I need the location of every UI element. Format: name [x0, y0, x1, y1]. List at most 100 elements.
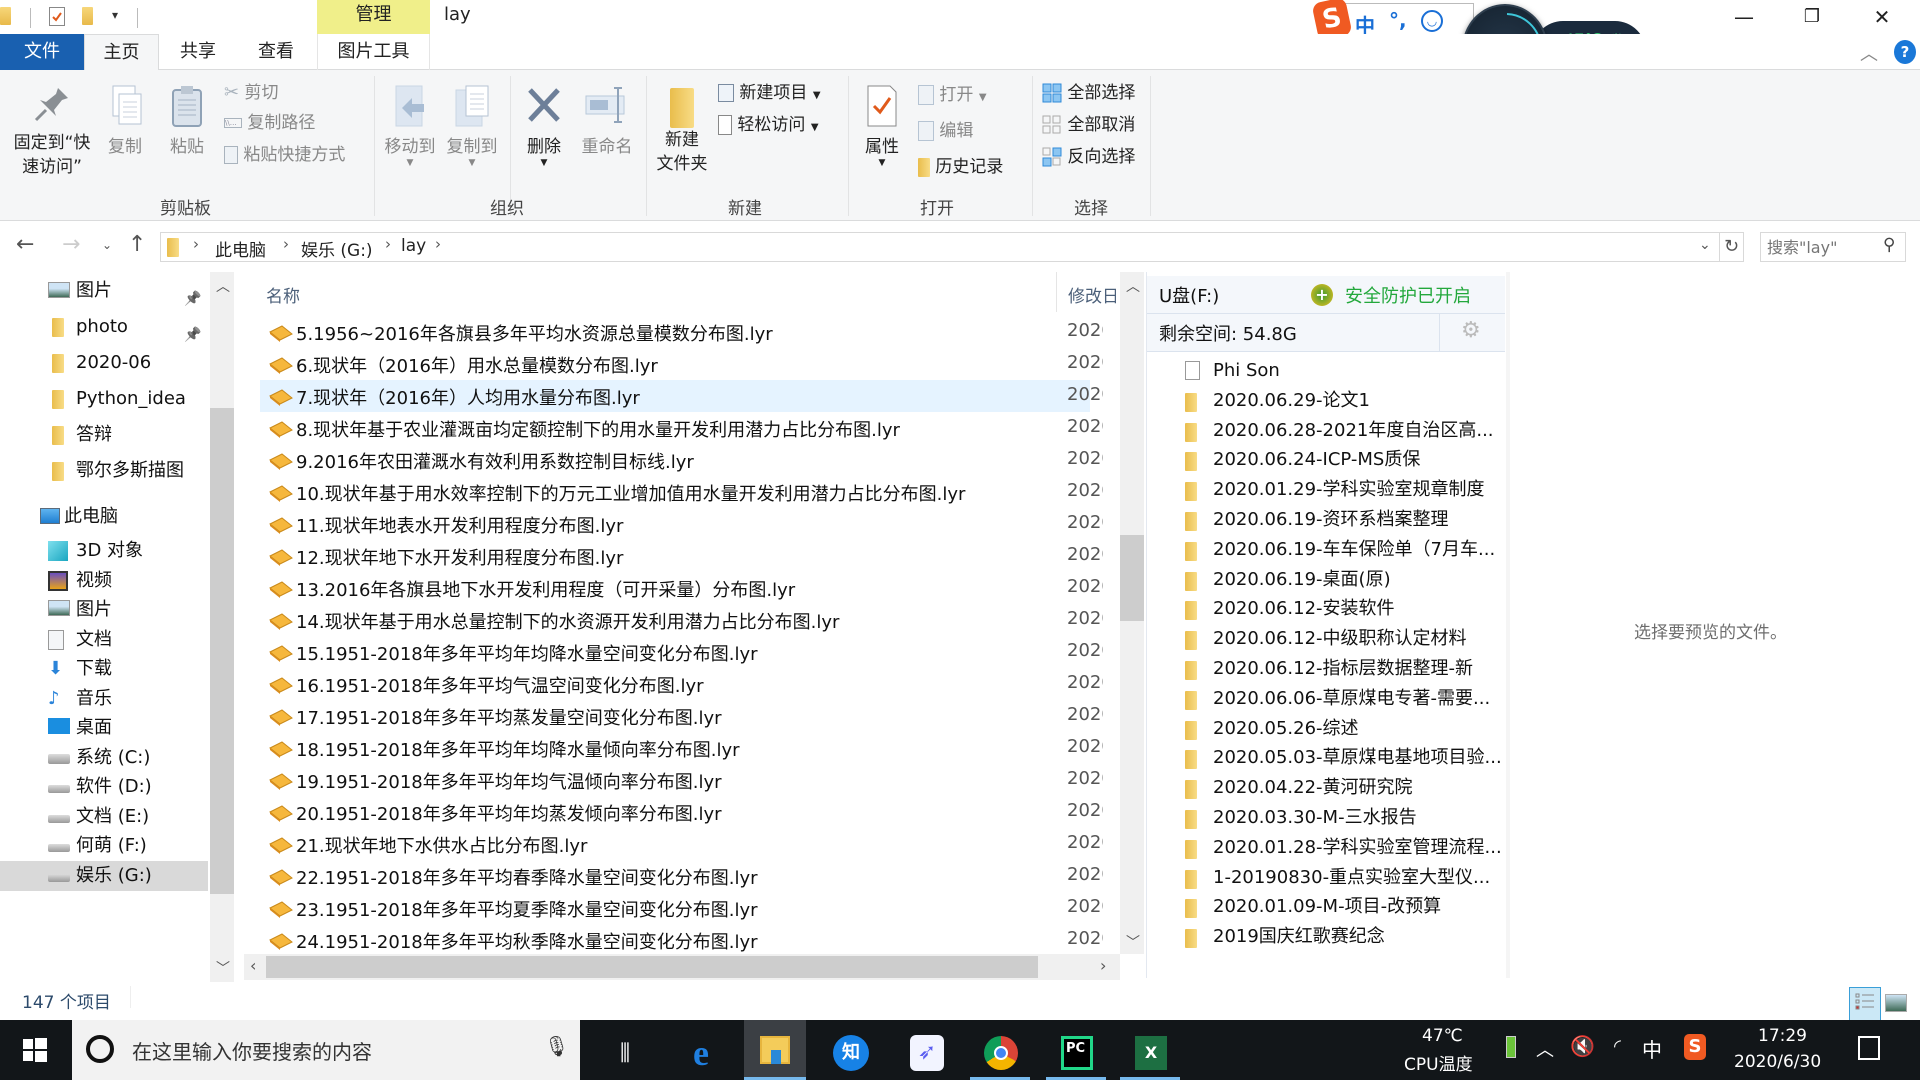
file-row[interactable]: 16.1951-2018年多年平均气温空间变化分布图.lyr 2020/: [260, 668, 1103, 700]
nav-pc-item[interactable]: 娱乐 (G:): [0, 860, 208, 891]
usb-device-icon[interactable]: [1506, 1036, 1516, 1058]
column-divider[interactable]: [1056, 272, 1057, 312]
file-list-scrollbar[interactable]: ︿ ﹀: [1120, 272, 1144, 954]
address-bar[interactable]: › 此电脑 › 娱乐 (G:) › lay › ⌄: [160, 232, 1720, 262]
customize-quick-access-icon[interactable]: ▾: [112, 8, 118, 22]
select-none-button[interactable]: 全部取消: [1042, 112, 1135, 138]
search-input[interactable]: [1767, 236, 1875, 258]
file-list-hscroll-thumb[interactable]: [266, 956, 1038, 978]
emoji-icon[interactable]: ◡: [1421, 10, 1443, 32]
tab-share[interactable]: 共享: [164, 34, 232, 70]
scroll-right-icon[interactable]: ›: [1100, 956, 1106, 975]
rename-button[interactable]: 重命名: [576, 84, 638, 159]
copy-to-button[interactable]: 复制到 ▼: [442, 84, 502, 168]
zhihu-button[interactable]: 知: [820, 1026, 882, 1080]
new-item-button[interactable]: 新建项目 ▼: [718, 80, 821, 106]
file-list-hscrollbar[interactable]: ‹ ›: [244, 954, 1120, 980]
file-row[interactable]: 22.1951-2018年多年平均春季降水量空间变化分布图.lyr 2020/: [260, 860, 1103, 892]
minimize-button[interactable]: —: [1714, 0, 1774, 34]
microphone-icon[interactable]: 🎙: [544, 1034, 569, 1058]
open-button[interactable]: 打开 ▼: [918, 82, 987, 108]
back-button[interactable]: ←: [16, 232, 34, 257]
scroll-left-icon[interactable]: ‹: [250, 956, 256, 975]
up-button[interactable]: ↑: [128, 232, 146, 257]
file-row[interactable]: 23.1951-2018年多年平均夏季降水量空间变化分布图.lyr 2020/: [260, 892, 1103, 924]
nav-pc-item[interactable]: 文档: [0, 625, 208, 655]
edge-button[interactable]: e: [670, 1026, 732, 1080]
maximize-button[interactable]: ❐: [1782, 0, 1842, 34]
nav-pc-item[interactable]: ♪ 音乐: [0, 684, 208, 714]
copy-button[interactable]: 复制: [100, 84, 150, 159]
tab-picture-tools[interactable]: 图片工具: [317, 34, 430, 70]
scroll-up-icon[interactable]: ︿: [216, 276, 230, 296]
nav-pane-scrollbar[interactable]: ︿ ﹀: [210, 272, 234, 982]
tab-view[interactable]: 查看: [240, 34, 312, 70]
file-row[interactable]: 8.现状年基于农业灌溉亩均定额控制下的用水量开发利用潜力占比分布图.lyr 202…: [260, 412, 1103, 444]
edit-button[interactable]: 编辑: [918, 118, 973, 144]
nav-pc-item[interactable]: ⬇ 下载: [0, 654, 208, 684]
breadcrumb-drive-g[interactable]: 娱乐 (G:): [301, 236, 373, 261]
file-row[interactable]: 24.1951-2018年多年平均秋季降水量空间变化分布图.lyr 2020/: [260, 924, 1103, 956]
column-header-name[interactable]: 名称: [266, 282, 300, 307]
file-row[interactable]: 17.1951-2018年多年平均蒸发量空间变化分布图.lyr 2020/: [260, 700, 1103, 732]
file-row[interactable]: 18.1951-2018年多年平均年均降水量倾向率分布图.lyr 2020/: [260, 732, 1103, 764]
invert-selection-button[interactable]: 反向选择: [1042, 144, 1135, 170]
paste-button[interactable]: 粘贴: [162, 84, 212, 159]
excel-button[interactable]: X: [1120, 1026, 1182, 1080]
delete-button[interactable]: 删除 ▼: [518, 84, 570, 168]
nav-pc-item[interactable]: 文档 (E:): [0, 802, 208, 832]
column-header-modified[interactable]: 修改日: [1068, 282, 1116, 307]
manage-contextual-tab[interactable]: 管理: [317, 0, 430, 34]
scroll-down-icon[interactable]: ﹀: [1126, 932, 1140, 952]
show-hidden-icons-icon[interactable]: ︿: [1536, 1036, 1554, 1062]
file-row[interactable]: 6.现状年（2016年）用水总量模数分布图.lyr 2020/: [260, 348, 1103, 380]
help-icon[interactable]: ?: [1894, 40, 1916, 64]
forward-button[interactable]: →: [62, 232, 80, 257]
nav-pc-item[interactable]: 视频: [0, 566, 208, 596]
select-all-button[interactable]: 全部选择: [1042, 80, 1135, 106]
file-row[interactable]: 14.现状年基于用水总量控制下的水资源开发利用潜力占比分布图.lyr 2020/: [260, 604, 1103, 636]
wifi-icon[interactable]: ◜: [1614, 1036, 1621, 1057]
nav-quick-item[interactable]: 答辩: [0, 418, 208, 452]
cut-button[interactable]: ✂ 剪切: [224, 80, 279, 106]
paste-shortcut-button[interactable]: 粘贴快捷方式: [224, 142, 345, 168]
scroll-up-icon[interactable]: ︿: [1126, 276, 1140, 296]
details-view-button[interactable]: [1849, 987, 1881, 1021]
sogou-tray-icon[interactable]: S: [1684, 1034, 1706, 1060]
properties-quick-icon[interactable]: [49, 7, 65, 26]
nav-this-pc[interactable]: 此电脑: [0, 500, 208, 534]
search-box[interactable]: ⚲: [1760, 232, 1906, 262]
pin-quick-access-button[interactable]: 固定到“快 速访问”: [8, 84, 96, 179]
action-center-icon[interactable]: [1858, 1036, 1880, 1060]
chrome-button[interactable]: [970, 1026, 1032, 1080]
start-button[interactable]: [0, 1020, 70, 1080]
address-dropdown-icon[interactable]: ⌄: [1699, 237, 1711, 253]
nav-pc-item[interactable]: 图片: [0, 595, 208, 625]
ime-punct[interactable]: °,: [1389, 8, 1407, 32]
file-row[interactable]: 21.现状年地下水供水占比分布图.lyr 2020/: [260, 828, 1103, 860]
file-row[interactable]: 11.现状年地表水开发利用程度分布图.lyr 2020/: [260, 508, 1103, 540]
search-icon[interactable]: ⚲: [1883, 235, 1895, 255]
close-button[interactable]: ✕: [1852, 0, 1912, 34]
history-button[interactable]: 历史记录: [918, 154, 1003, 180]
clock-date[interactable]: 2020/6/30: [1734, 1052, 1821, 1072]
breadcrumb-lay[interactable]: lay: [401, 236, 426, 256]
copy-path-button[interactable]: \\… 复制路径: [224, 110, 315, 136]
file-row[interactable]: 12.现状年地下水开发利用程度分布图.lyr 2020/: [260, 540, 1103, 572]
breadcrumb-chevron-icon[interactable]: ›: [193, 235, 199, 253]
nav-pc-item[interactable]: 系统 (C:): [0, 743, 208, 773]
nav-pc-item[interactable]: 桌面: [0, 713, 208, 743]
file-row[interactable]: 9.2016年农田灌溉水有效利用系数控制目标线.lyr 2020/: [260, 444, 1103, 476]
collapse-ribbon-icon[interactable]: ︿: [1860, 40, 1878, 66]
file-explorer-button[interactable]: [744, 1020, 806, 1080]
properties-button[interactable]: 属性 ▼: [854, 84, 910, 168]
tab-file[interactable]: 文件: [0, 34, 84, 70]
nav-pane-scroll-thumb[interactable]: [210, 408, 234, 894]
nav-quick-item[interactable]: 图片 📌: [0, 274, 208, 308]
taskbar-search-box[interactable]: 在这里输入你要搜索的内容 🎙: [72, 1020, 580, 1080]
recent-locations-button[interactable]: ⌄: [102, 238, 112, 252]
file-row[interactable]: 15.1951-2018年多年平均年均降水量空间变化分布图.lyr 2020/: [260, 636, 1103, 668]
nav-pc-item[interactable]: 软件 (D:): [0, 772, 208, 802]
nav-quick-item[interactable]: 鄂尔多斯描图: [0, 454, 208, 488]
breadcrumb-chevron-icon[interactable]: ›: [435, 235, 441, 253]
